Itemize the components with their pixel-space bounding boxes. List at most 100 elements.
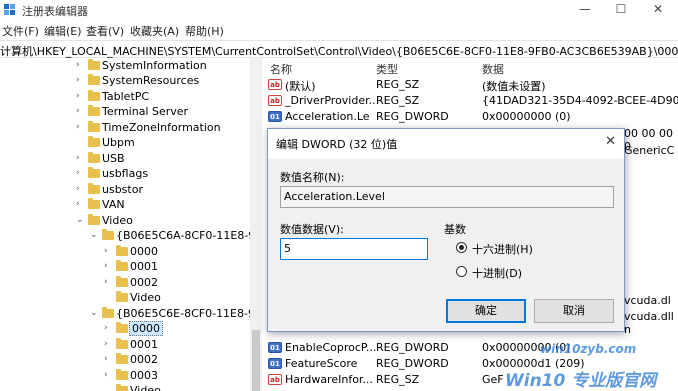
- folder-icon: [102, 229, 114, 240]
- tree-item-label[interactable]: Video: [130, 290, 161, 305]
- string-value-icon: ab: [268, 374, 282, 385]
- folder-icon: [116, 353, 128, 364]
- value-row[interactable]: ab _DriverProvider... REG_SZ {41DAD321-3…: [266, 93, 678, 109]
- value-type: REG_DWORD: [376, 357, 449, 370]
- menu-help[interactable]: 帮助(H): [185, 23, 224, 39]
- tree-item-label[interactable]: 0000: [130, 244, 158, 259]
- folder-icon: [88, 105, 100, 116]
- expand-arrow-icon[interactable]: ›: [76, 197, 86, 212]
- tree-item-label[interactable]: 0002: [130, 275, 158, 290]
- value-data: {41DAD321-35D4-4092-BCEE-4D90: [482, 94, 678, 107]
- tree-item-label[interactable]: {B06E5C6A-8CF0-11E8-9: [116, 228, 255, 243]
- tree-item-label[interactable]: {B06E5C6E-8CF0-11E8-9F: [116, 306, 261, 321]
- collapse-arrow-icon[interactable]: ⌄: [76, 213, 86, 228]
- string-value-icon: ab: [268, 95, 282, 106]
- value-data: GeF: [482, 373, 504, 386]
- dec-radio-label[interactable]: 十进制(D): [472, 265, 522, 281]
- value-data-partial: vcuda.dll n: [624, 310, 674, 336]
- menu-file[interactable]: 文件(F): [2, 23, 39, 39]
- tree-item-label[interactable]: 0001: [130, 259, 158, 274]
- tree-item-label[interactable]: 0001: [130, 337, 158, 352]
- expand-arrow-icon[interactable]: ›: [76, 120, 86, 135]
- column-header-name[interactable]: 名称: [270, 61, 292, 77]
- expand-arrow-icon[interactable]: ›: [76, 73, 86, 88]
- dword-value-icon: 01: [268, 111, 282, 122]
- tree-item-label[interactable]: Video: [102, 213, 133, 228]
- expand-arrow-icon[interactable]: ›: [104, 368, 114, 383]
- registry-editor-icon: [4, 4, 16, 16]
- folder-icon: [88, 183, 100, 194]
- dialog-close-button[interactable]: ✕: [605, 134, 616, 149]
- value-data: 0x00000000 (0): [482, 110, 571, 123]
- expand-arrow-icon[interactable]: ›: [76, 58, 86, 73]
- value-data-partial: vcuda.dl: [624, 294, 671, 307]
- expand-arrow-icon[interactable]: ›: [76, 151, 86, 166]
- value-name-field[interactable]: Acceleration.Level: [280, 186, 614, 208]
- ok-button[interactable]: 确定: [446, 299, 526, 323]
- menu-edit[interactable]: 编辑(E): [44, 23, 82, 39]
- tree-item-label[interactable]: Terminal Server: [102, 104, 188, 119]
- expand-arrow-icon[interactable]: ›: [104, 259, 114, 274]
- tree-item-label[interactable]: usbflags: [102, 166, 148, 181]
- hex-radio-label[interactable]: 十六进制(H): [472, 241, 533, 257]
- tree-item-label[interactable]: SystemResources: [102, 73, 199, 88]
- tree-item-label[interactable]: 0002: [130, 352, 158, 367]
- value-name: _DriverProvider...: [285, 94, 380, 107]
- hex-radio[interactable]: [456, 242, 467, 253]
- tree-item-label[interactable]: Video: [130, 383, 161, 391]
- value-row[interactable]: 01 Acceleration.Le REG_DWORD 0x00000000 …: [266, 109, 678, 125]
- folder-icon: [116, 245, 128, 256]
- dec-radio[interactable]: [456, 266, 467, 277]
- collapse-arrow-icon[interactable]: ⌄: [90, 306, 100, 321]
- address-bar[interactable]: 计算机\HKEY_LOCAL_MACHINE\SYSTEM\CurrentCon…: [0, 40, 678, 58]
- tree-item-label[interactable]: TimeZoneInformation: [102, 120, 221, 135]
- expand-arrow-icon[interactable]: ›: [76, 166, 86, 181]
- folder-icon: [116, 338, 128, 349]
- expand-arrow-icon[interactable]: ›: [104, 244, 114, 259]
- expand-arrow-icon[interactable]: ›: [104, 352, 114, 367]
- base-label: 基数: [444, 223, 466, 236]
- cancel-button[interactable]: 取消: [534, 299, 614, 323]
- expand-arrow-icon[interactable]: ›: [104, 321, 114, 336]
- tree-item-label[interactable]: VAN: [102, 197, 125, 212]
- value-data-label: 数值数据(V):: [280, 223, 344, 236]
- expand-arrow-icon[interactable]: ›: [76, 89, 86, 104]
- folder-icon: [116, 369, 128, 380]
- tree-item-label[interactable]: SystemInformation: [102, 58, 207, 73]
- window-title: 注册表编辑器: [22, 5, 88, 18]
- address-path[interactable]: 计算机\HKEY_LOCAL_MACHINE\SYSTEM\CurrentCon…: [0, 43, 678, 59]
- tree-item-label[interactable]: USB: [102, 151, 125, 166]
- menu-favorites[interactable]: 收藏夹(A): [130, 23, 179, 39]
- menu-view[interactable]: 查看(V): [86, 23, 124, 39]
- tree-scrollbar-thumb[interactable]: [252, 330, 260, 391]
- dword-value-icon: 01: [268, 358, 282, 369]
- folder-icon: [88, 167, 100, 178]
- title-bar: 注册表编辑器 — ☐ ✕: [0, 0, 678, 20]
- tree-item-label[interactable]: 0003: [130, 368, 158, 383]
- close-button[interactable]: ✕: [641, 0, 675, 20]
- value-type: REG_SZ: [376, 373, 420, 386]
- expand-arrow-icon[interactable]: ›: [104, 275, 114, 290]
- folder-icon: [88, 74, 100, 85]
- expand-arrow-icon[interactable]: ›: [76, 104, 86, 119]
- folder-icon: [116, 276, 128, 287]
- column-header-type[interactable]: 类型: [376, 61, 398, 77]
- value-type: REG_DWORD: [376, 110, 449, 123]
- column-header-data[interactable]: 数据: [482, 61, 504, 77]
- collapse-arrow-icon[interactable]: ⌄: [90, 228, 100, 243]
- value-data-input[interactable]: 5: [280, 238, 428, 260]
- maximize-button[interactable]: ☐: [604, 0, 638, 20]
- dialog-body: 数值名称(N): Acceleration.Level 数值数据(V): 5 基…: [268, 159, 624, 331]
- value-name: (默认): [285, 80, 316, 93]
- expand-arrow-icon[interactable]: ›: [76, 182, 86, 197]
- value-row[interactable]: ab (默认) REG_SZ (数值未设置): [266, 77, 678, 93]
- tree-item-label[interactable]: 0000: [129, 321, 163, 336]
- value-name: HardwareInfor...: [285, 373, 373, 386]
- tree-item-label[interactable]: usbstor: [102, 182, 143, 197]
- folder-icon: [88, 152, 100, 163]
- folder-icon: [88, 198, 100, 209]
- expand-arrow-icon[interactable]: ›: [104, 337, 114, 352]
- tree-item-label[interactable]: Ubpm: [102, 135, 135, 150]
- tree-item-label[interactable]: TabletPC: [102, 89, 149, 104]
- minimize-button[interactable]: —: [568, 0, 602, 20]
